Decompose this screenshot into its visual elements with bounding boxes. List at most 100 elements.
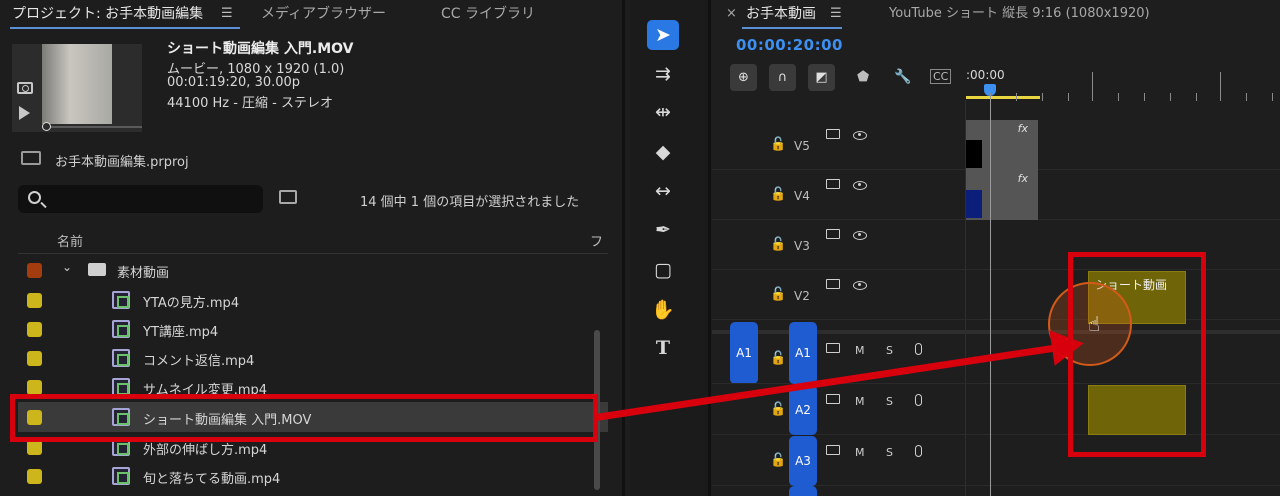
mic-icon[interactable] [915,343,922,355]
label-swatch[interactable] [27,351,42,366]
sync-lock-icon[interactable] [826,229,840,239]
lock-icon[interactable]: 🔓 [770,237,786,252]
play-icon[interactable] [19,106,30,120]
work-area-bar[interactable] [966,96,1040,99]
panel-divider[interactable] [708,0,711,496]
tab-sequence[interactable]: お手本動画 [746,0,816,28]
timeline-clip[interactable]: fx [966,170,1038,220]
nest-toggle-icon[interactable]: ⊕ [730,64,757,91]
lock-icon[interactable]: 🔓 [770,351,786,366]
rectangle-tool-icon[interactable]: ▢ [647,255,679,285]
solo-button[interactable]: S [886,446,893,459]
camera-icon[interactable] [17,82,33,94]
timecode-display[interactable]: 00:00:20:00 [736,36,843,54]
captions-icon[interactable]: CC [930,69,952,84]
list-item[interactable]: YT講座.mp4 [18,314,608,344]
tab-sequence-2[interactable]: YouTube ショート 縦長 9:16 (1080x1920) [889,0,1150,28]
search-input[interactable] [18,185,263,213]
item-label: 旬と落ちてる動画.mp4 [143,472,281,487]
track-name: V3 [794,239,810,253]
project-file-name: お手本動画編集.prproj [55,155,189,170]
tab-media-browser[interactable]: メディアブラウザー [261,0,386,28]
label-swatch[interactable] [27,322,42,337]
sync-lock-icon[interactable] [826,445,840,455]
track-target-a3[interactable]: A3 [789,436,817,486]
label-swatch[interactable] [27,440,42,455]
wrench-icon[interactable]: 🔧 [894,69,911,85]
mute-button[interactable]: M [855,344,865,357]
panel-divider[interactable] [622,0,625,496]
snap-magnet-icon[interactable]: ∩ [769,64,796,91]
lock-icon[interactable]: 🔓 [770,137,786,152]
tab-project[interactable]: プロジェクト: お手本動画編集 [12,0,203,28]
sync-lock-icon[interactable] [826,179,840,189]
linked-selection-icon[interactable]: ◩ [808,64,835,91]
ruler-tick [1144,93,1145,101]
sync-lock-icon[interactable] [826,394,840,404]
hand-tool-icon[interactable]: ✋ [647,294,679,324]
track-name: V2 [794,289,810,303]
ruler-tick [1118,93,1119,101]
label-swatch[interactable] [27,293,42,308]
mic-icon[interactable] [915,394,922,406]
video-clip-icon [112,467,130,485]
ripple-edit-tool-icon[interactable]: ⇹ [647,97,679,127]
eye-icon[interactable] [853,281,867,290]
timeline-tab-bar: × お手本動画 ☰ YouTube ショート 縦長 9:16 (1080x192… [712,0,1280,29]
slip-tool-icon[interactable]: ↔ [647,176,679,206]
eye-icon[interactable] [853,131,867,140]
lock-icon[interactable]: 🔓 [770,402,786,417]
tab-cc-libraries[interactable]: CC ライブラリ [441,0,535,28]
mute-button[interactable]: M [855,446,865,459]
mute-button[interactable]: M [855,395,865,408]
label-swatch[interactable] [27,380,42,395]
preview-scrub-bar[interactable] [42,126,142,128]
eye-icon[interactable] [853,181,867,190]
search-icon [28,191,41,204]
lock-icon[interactable]: 🔓 [770,453,786,468]
ruler-tick-major [1092,72,1093,101]
clip-info-title: ショート動画編集 入門.MOV [167,41,354,57]
sync-lock-icon[interactable] [826,129,840,139]
panel-menu-icon[interactable]: ☰ [830,6,842,21]
type-tool-icon[interactable]: T [647,333,679,363]
column-header-name[interactable]: 名前 [57,231,83,250]
mic-icon[interactable] [915,445,922,457]
panel-menu-icon[interactable]: ☰ [221,6,233,21]
track-select-tool-icon[interactable]: ⇉ [647,59,679,89]
pen-tool-icon[interactable]: ✒ [647,215,679,245]
project-folder-icon[interactable] [21,151,41,165]
folder-label: 素材動画 [117,266,170,281]
video-clip-icon [112,291,130,309]
sync-lock-icon[interactable] [826,343,840,353]
list-item[interactable]: コメント返信.mp4 [18,343,608,373]
close-icon[interactable]: × [726,0,737,28]
list-item[interactable]: 旬と落ちてる動画.mp4 [18,461,608,491]
track-target-a4[interactable] [789,486,817,496]
razor-tool-icon[interactable]: ◆ [647,137,679,167]
label-swatch[interactable] [27,469,42,484]
playhead-line[interactable] [990,96,991,496]
ruler-tick [1246,93,1247,101]
track-target-a2[interactable]: A2 [789,385,817,435]
solo-button[interactable]: S [886,395,893,408]
folder-row[interactable]: ⌄ 素材動画 [18,255,608,285]
marker-icon[interactable]: ⬟ [857,69,869,85]
list-item[interactable]: YTAの見方.mp4 [18,285,608,315]
timeline-clip[interactable]: fx [966,120,1038,170]
track-target-a1[interactable]: A1 [789,322,817,384]
chevron-down-icon[interactable]: ⌄ [62,260,72,274]
video-clip-icon [112,349,130,367]
time-ruler[interactable]: :00:00 [966,60,1280,102]
sync-lock-icon[interactable] [826,279,840,289]
lock-icon[interactable]: 🔓 [770,287,786,302]
solo-button[interactable]: S [886,344,893,357]
preview-scrub-handle[interactable] [42,122,51,131]
label-swatch[interactable] [27,263,42,278]
find-in-bin-icon[interactable] [279,190,297,204]
eye-icon[interactable] [853,231,867,240]
selection-tool-icon[interactable]: ➤ [647,20,679,50]
column-header-frame[interactable]: フ [590,231,603,250]
lock-icon[interactable]: 🔓 [770,187,786,202]
track-v5: 🔓 V5 fx [712,120,1280,170]
